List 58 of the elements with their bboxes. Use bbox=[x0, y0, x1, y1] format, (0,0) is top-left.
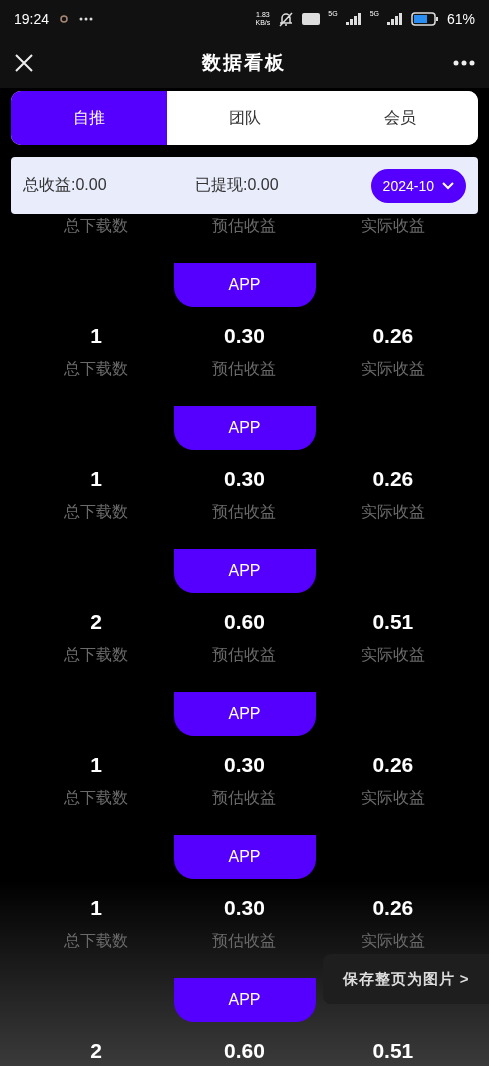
stat-label: 预估收益 bbox=[211, 788, 278, 808]
stat-value: 0.60 bbox=[223, 1038, 266, 1064]
signal-icon bbox=[345, 13, 362, 25]
stat-value: 1 bbox=[89, 466, 103, 492]
stat-label: 实际收益 bbox=[359, 788, 426, 808]
stat-label: 预估收益 bbox=[211, 502, 278, 522]
clock: 19:24 bbox=[14, 11, 50, 27]
stat-label: 预估收益 bbox=[211, 931, 278, 951]
app-tag: APP bbox=[173, 692, 316, 736]
stat-value: 2 bbox=[89, 1038, 103, 1064]
chevron-down-icon bbox=[442, 181, 454, 190]
signal-icon bbox=[386, 13, 403, 25]
stat-value: 0.26 bbox=[371, 323, 415, 349]
stat-label: 总下载数 bbox=[63, 931, 130, 951]
battery-level: 61% bbox=[446, 11, 475, 27]
app-tag: APP bbox=[173, 263, 316, 307]
month-picker[interactable]: 2024-10 bbox=[370, 168, 466, 203]
app-tag: APP bbox=[173, 978, 316, 1022]
stat-value: 1 bbox=[89, 752, 103, 778]
stat-value: 1 bbox=[89, 895, 103, 921]
stat-label: 实际收益 bbox=[359, 359, 426, 379]
app-tag: APP bbox=[173, 549, 316, 593]
withdrawn-amount: 已提现:0.00 bbox=[195, 175, 280, 195]
stat-label: 实际收益 bbox=[359, 931, 426, 951]
stat-label: 预估收益 bbox=[211, 359, 278, 379]
app-tag: APP bbox=[173, 406, 316, 450]
stat-label: 总下载数 bbox=[63, 502, 130, 522]
page-title: 数据看板 bbox=[201, 51, 286, 75]
more-icon[interactable] bbox=[453, 60, 475, 66]
app-tag: APP bbox=[173, 835, 316, 879]
stat-label: 总下载数 bbox=[63, 788, 130, 808]
stat-value: 0.60 bbox=[223, 609, 266, 635]
stat-value: 1 bbox=[89, 323, 103, 349]
stat-value: 0.51 bbox=[371, 1038, 415, 1064]
stat-label: 总下载数 bbox=[63, 359, 130, 379]
battery-icon bbox=[410, 12, 439, 26]
stat-value: 0.30 bbox=[223, 895, 266, 921]
tab[interactable]: 自推 bbox=[11, 91, 167, 145]
stat-label: 实际收益 bbox=[359, 216, 426, 236]
mute-icon bbox=[278, 11, 295, 27]
stat-value: 0.30 bbox=[223, 752, 266, 778]
total-earnings: 总收益:0.00 bbox=[23, 175, 108, 195]
stat-label: 总下载数 bbox=[63, 645, 130, 665]
stat-value: 0.30 bbox=[223, 466, 266, 492]
stat-value: 0.30 bbox=[223, 323, 266, 349]
stat-label: 预估收益 bbox=[211, 645, 278, 665]
save-page-button[interactable]: 保存整页为图片 > bbox=[323, 954, 489, 1004]
stat-label: 总下载数 bbox=[63, 216, 130, 236]
stat-label: 预估收益 bbox=[211, 216, 278, 236]
stat-value: 0.26 bbox=[371, 895, 415, 921]
stat-value: 0.26 bbox=[371, 752, 415, 778]
stat-label: 实际收益 bbox=[359, 645, 426, 665]
more-icon bbox=[79, 17, 94, 21]
stat-label: 实际收益 bbox=[359, 502, 426, 522]
stat-value: 2 bbox=[89, 609, 103, 635]
stat-value: 0.51 bbox=[371, 609, 415, 635]
stat-value: 0.26 bbox=[371, 466, 415, 492]
close-icon[interactable] bbox=[14, 53, 34, 73]
